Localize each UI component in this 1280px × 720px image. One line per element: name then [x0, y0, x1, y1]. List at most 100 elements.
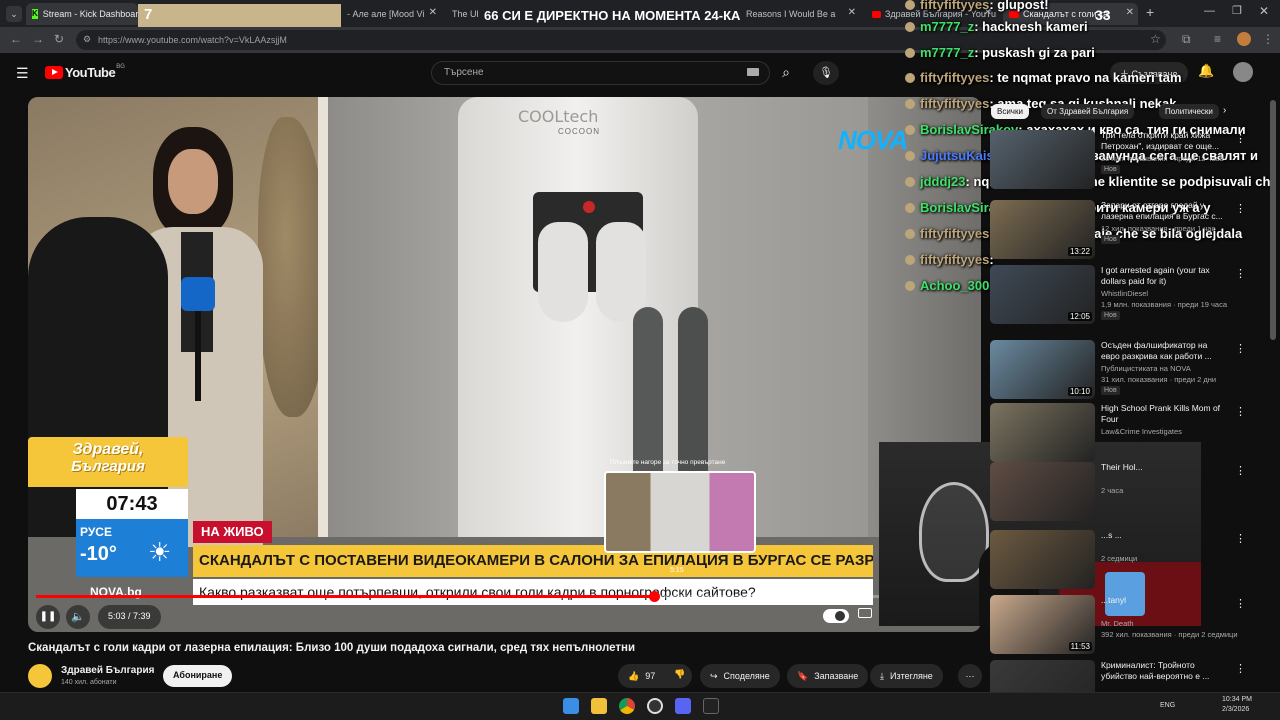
search-input[interactable]: Търсене	[431, 61, 770, 85]
forward-icon[interactable]: →	[32, 32, 44, 46]
sidebar-video-meta: 2 седмици	[1101, 554, 1138, 563]
notifications-bell-icon[interactable]: 🔔	[1198, 63, 1214, 79]
video-thumbnail[interactable]: 12:05	[990, 265, 1095, 324]
video-thumbnail[interactable]: 11:53	[990, 595, 1095, 654]
sidebar-video-item[interactable]: Три тела открити край хижа Петрохан", из…	[990, 130, 1246, 189]
channel-avatar[interactable]	[28, 664, 52, 688]
video-thumbnail[interactable]: 10:10	[990, 340, 1095, 399]
tab-menu-icon[interactable]: ⌄	[6, 6, 22, 22]
like-button[interactable]: 👍 97 👎	[618, 664, 692, 688]
volume-button[interactable]: 🔈	[66, 605, 90, 629]
subtitles-icon[interactable]	[858, 608, 872, 618]
close-window-icon[interactable]: ✕	[1259, 4, 1269, 18]
video-thumbnail[interactable]	[990, 530, 1095, 589]
new-tab-icon[interactable]: +	[1146, 4, 1154, 20]
sidebar-video-title[interactable]: ...tanyl	[1101, 595, 1226, 606]
youtube-logo[interactable]: YouTube BG	[45, 64, 125, 80]
more-options-icon[interactable]: ⋮	[1235, 597, 1246, 610]
chat-badge-icon	[905, 125, 915, 135]
windows-start-icon[interactable]	[563, 698, 579, 714]
back-icon[interactable]: ←	[10, 32, 22, 46]
new-badge: Нов	[1101, 311, 1120, 320]
browser-menu-icon[interactable]: ⋮	[1262, 32, 1274, 46]
close-icon[interactable]: ✕	[848, 7, 856, 18]
pause-button[interactable]: ❚❚	[36, 605, 60, 629]
sidebar-channel-name[interactable]: Law&Crime Investigates	[1101, 427, 1182, 436]
more-options-icon[interactable]: ⋮	[1235, 662, 1246, 675]
page-scrollbar[interactable]	[1270, 100, 1276, 340]
more-options-icon[interactable]: ⋮	[1235, 532, 1246, 545]
microphone-icon[interactable]: 🎙	[813, 61, 839, 85]
autoplay-toggle[interactable]	[823, 609, 849, 623]
more-options-icon[interactable]: ⋮	[1235, 202, 1246, 215]
chip-political[interactable]: Политически	[1159, 104, 1219, 119]
sidebar-channel-name[interactable]: Публицистиката на NOVA	[1101, 364, 1191, 373]
extensions-icon[interactable]: ⧉	[1182, 32, 1191, 47]
share-button[interactable]: ↪ Споделяне	[700, 664, 780, 688]
close-icon[interactable]: ✕	[429, 7, 437, 18]
account-avatar[interactable]	[1233, 62, 1253, 82]
search-button[interactable]: ⌕	[770, 61, 802, 85]
video-thumbnail[interactable]	[990, 403, 1095, 462]
sidebar-video-title[interactable]: Запари от отгоре гледай у лазерна епилац…	[1101, 200, 1226, 222]
tab-reasons[interactable]: Reasons I Would Be a ✕	[740, 3, 860, 25]
more-options-icon[interactable]: ⋮	[1235, 464, 1246, 477]
sidebar-video-title[interactable]: Their Hol...	[1101, 462, 1226, 473]
sidebar-video-item[interactable]: 11:53 ...tanyl Mr. Death 392 хил. показвани…	[990, 595, 1246, 654]
maximize-icon[interactable]: ❐	[1232, 4, 1242, 17]
sidebar-video-title[interactable]: High School Prank Kills Mom of Four	[1101, 403, 1226, 425]
subscribe-button[interactable]: Абониране	[163, 665, 233, 687]
sidebar-video-title[interactable]: ...s ...	[1101, 530, 1226, 541]
hamburger-menu-icon[interactable]: ☰	[16, 65, 29, 82]
sidebar-video-item[interactable]: 10:10 Осъден фалшификатор на евро разкрив…	[990, 340, 1246, 399]
media-icon[interactable]: ≡	[1214, 32, 1221, 46]
sidebar-channel-name[interactable]: WhistlinDiesel	[1101, 289, 1148, 298]
keyboard-icon[interactable]	[747, 68, 759, 76]
language-indicator[interactable]: ENG	[1160, 702, 1175, 709]
sidebar-video-title[interactable]: I got arrested again (your tax dollars p…	[1101, 265, 1226, 287]
clock-time[interactable]: 10:34 PM	[1222, 696, 1252, 703]
file-explorer-icon[interactable]	[591, 698, 607, 714]
sidebar-video-title[interactable]: Три тела открити край хижа Петрохан", из…	[1101, 130, 1226, 152]
more-options-icon[interactable]: ⋮	[1235, 405, 1246, 418]
video-thumbnail[interactable]: 13:22	[990, 200, 1095, 259]
tab-mood-video[interactable]: - Але але [Mood Vi ✕	[341, 3, 441, 25]
minimize-icon[interactable]: —	[1204, 5, 1215, 17]
video-player[interactable]: COOLtech COCOON NOVA Здравей, България 0…	[28, 97, 981, 632]
download-button[interactable]: ⤓ Изтегляне	[870, 664, 943, 688]
save-button[interactable]: 🔖 Запазване	[787, 664, 869, 688]
channel-name[interactable]: Здравей България	[61, 665, 154, 676]
more-actions-button[interactable]: ⋯	[958, 664, 982, 688]
dislike-icon[interactable]: 👎	[674, 669, 685, 680]
obs-icon[interactable]	[647, 698, 663, 714]
reload-icon[interactable]: ↻	[54, 32, 64, 46]
sidebar-video-title[interactable]: Осъден фалшификатор на евро разкрива как…	[1101, 340, 1226, 362]
chips-next-icon[interactable]: ›	[1223, 105, 1226, 116]
sidebar-video-title[interactable]: Криминалист: Тройното убийство най-вероя…	[1101, 660, 1226, 682]
tab-kick-dashboard[interactable]: K Stream - Kick Dashboard	[26, 3, 138, 25]
more-options-icon[interactable]: ⋮	[1235, 342, 1246, 355]
site-info-icon[interactable]: ⚙	[83, 34, 91, 45]
more-options-icon[interactable]: ⋮	[1235, 132, 1246, 145]
sidebar-video-item[interactable]: 13:22 Запари от отгоре гледай у лазерна е…	[990, 200, 1246, 259]
terminal-icon[interactable]	[703, 698, 719, 714]
video-duration: 10:10	[1067, 387, 1092, 396]
sidebar-channel-name[interactable]: Mr. Death	[1101, 619, 1134, 628]
video-thumbnail[interactable]	[990, 130, 1095, 189]
close-icon[interactable]: ✕	[1126, 7, 1134, 18]
bookmark-star-icon[interactable]: ☆	[1150, 32, 1161, 46]
clock-date[interactable]: 2/3/2026	[1222, 706, 1249, 713]
sidebar-video-item[interactable]: Their Hol... 2 часа ⋮	[990, 462, 1246, 521]
sidebar-video-item[interactable]: High School Prank Kills Mom of Four Law&C…	[990, 403, 1246, 462]
chip-all[interactable]: Всички	[991, 104, 1029, 119]
sidebar-video-item[interactable]: 12:05 I got arrested again (your tax doll…	[990, 265, 1246, 324]
discord-icon[interactable]	[675, 698, 691, 714]
profile-avatar[interactable]	[1237, 32, 1251, 46]
tab-the-ul[interactable]: The Ul	[446, 3, 486, 25]
chip-channel[interactable]: От Здравей България	[1041, 104, 1135, 119]
sidebar-video-item[interactable]: ...s ... 2 седмици ⋮	[990, 530, 1246, 589]
video-thumbnail[interactable]	[990, 462, 1095, 521]
chrome-icon[interactable]	[619, 698, 635, 714]
more-options-icon[interactable]: ⋮	[1235, 267, 1246, 280]
progress-scrubber[interactable]	[649, 591, 660, 602]
